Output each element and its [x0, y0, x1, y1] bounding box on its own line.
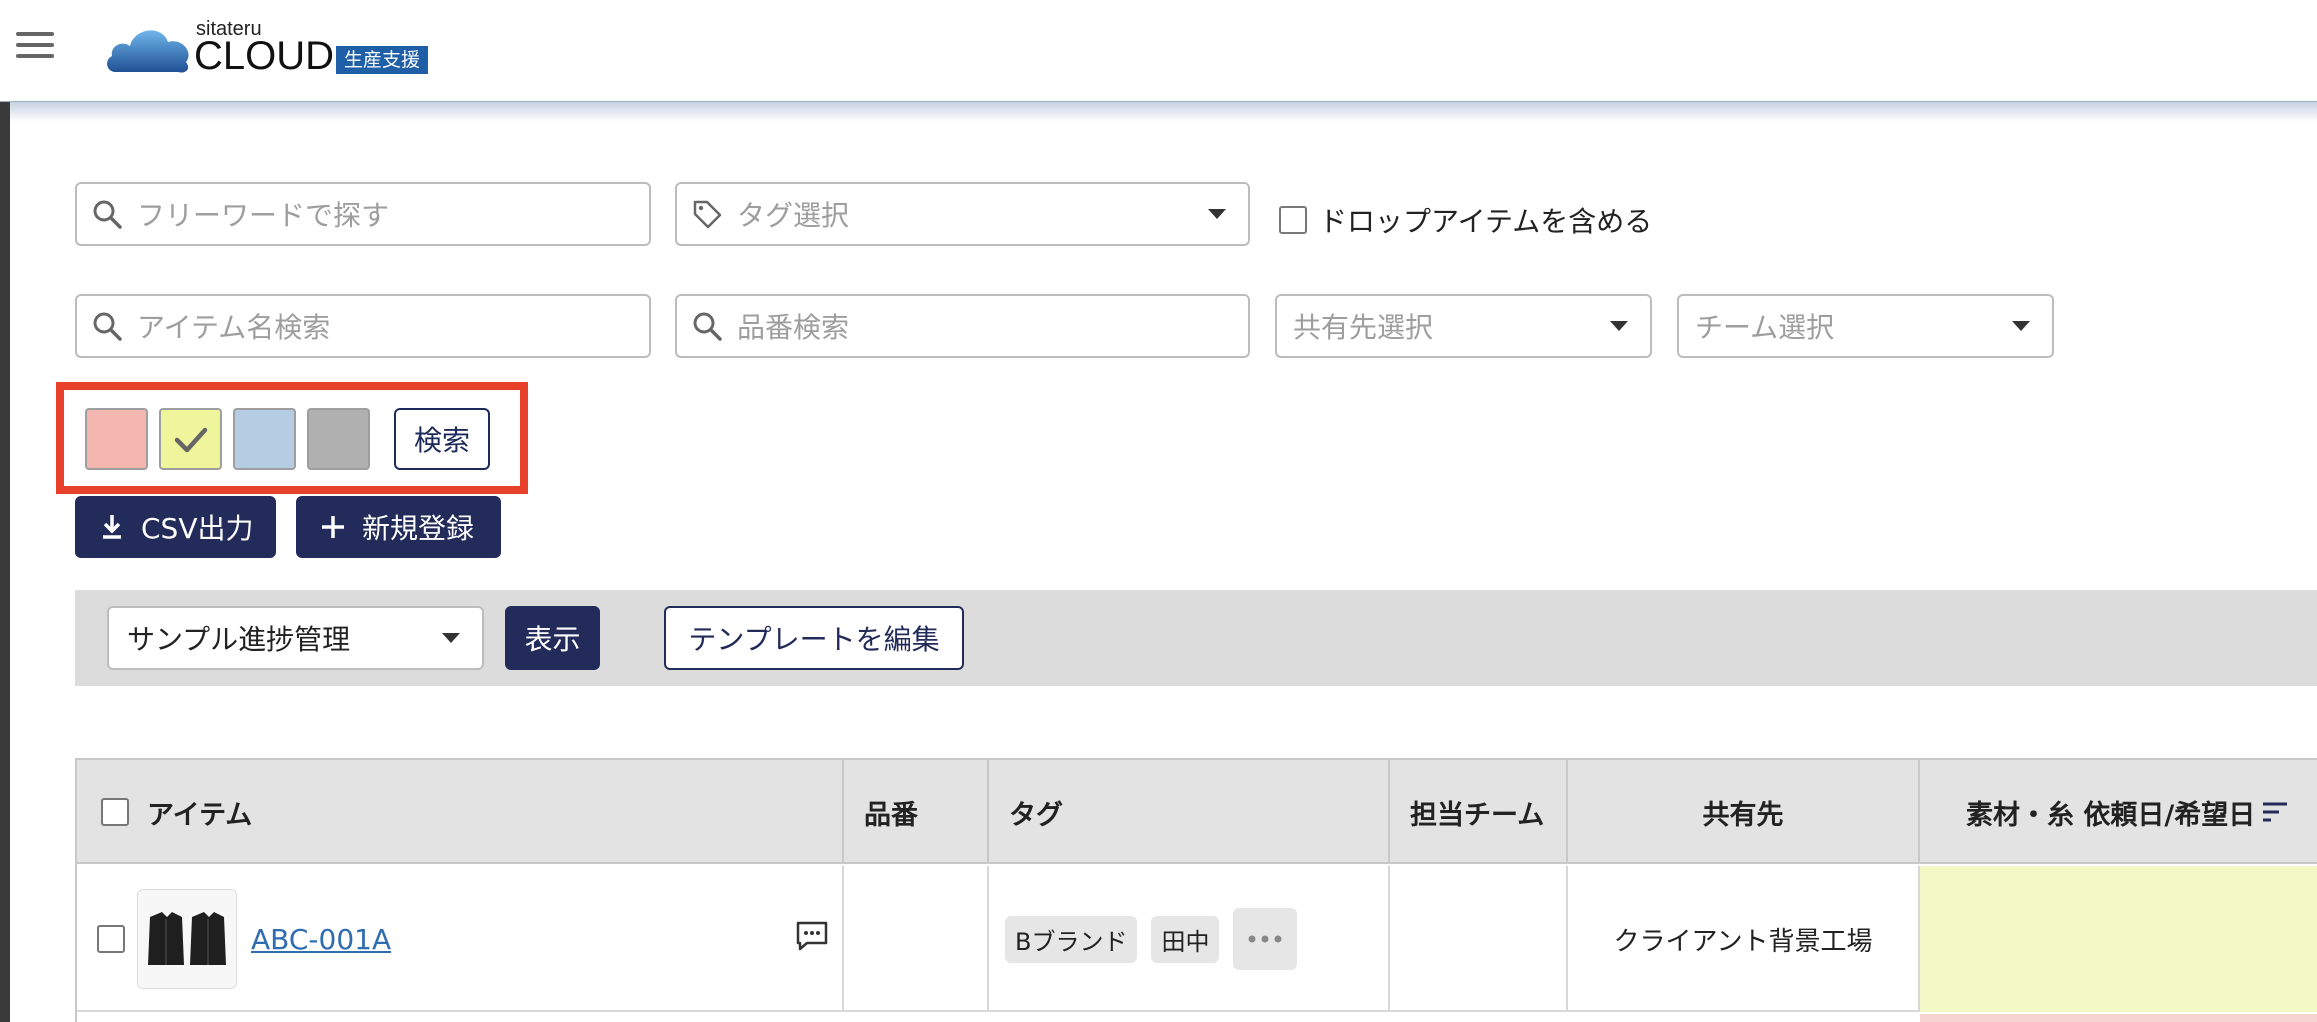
tag-chip[interactable]: 田中: [1151, 915, 1220, 963]
header-tag: タグ: [989, 760, 1390, 864]
template-select-value: サンプル進捗管理: [127, 623, 351, 656]
left-rail: [0, 102, 10, 1022]
cell-part-number: [844, 866, 989, 1012]
cell-item: ABC-001A: [77, 866, 844, 1012]
table-row-partial: [77, 1014, 2317, 1022]
search-icon: [93, 200, 122, 229]
jacket-icon: [148, 912, 226, 965]
team-select-placeholder: チーム選択: [1695, 311, 1835, 344]
table-header: アイテム 品番 タグ 担当チーム 共有先 素材・糸 依頼日/希望日: [77, 760, 2317, 864]
item-thumbnail[interactable]: [137, 889, 237, 989]
freeword-search-field[interactable]: フリーワードで探す: [75, 182, 651, 246]
cell-material-date-partial: [1920, 1014, 2317, 1022]
color-swatch-blue[interactable]: [233, 408, 296, 470]
header-share-label: 共有先: [1702, 799, 1784, 831]
share-select[interactable]: 共有先選択: [1275, 294, 1652, 358]
header-shadow: [0, 102, 2317, 122]
share-select-placeholder: 共有先選択: [1293, 311, 1434, 344]
color-swatch-lime[interactable]: [159, 408, 222, 470]
select-all-checkbox[interactable]: [101, 798, 129, 826]
edit-template-button[interactable]: テンプレートを編集: [664, 606, 964, 670]
chevron-down-icon: [2012, 321, 2030, 331]
cell-material-date[interactable]: [1920, 866, 2317, 1012]
items-table: アイテム 品番 タグ 担当チーム 共有先 素材・糸 依頼日/希望日 ABC-00…: [75, 758, 2317, 1022]
team-select[interactable]: チーム選択: [1677, 294, 2054, 358]
csv-export-label: CSV出力: [141, 512, 254, 545]
chevron-down-icon: [1208, 209, 1226, 219]
cell-share: クライアント背景工場: [1568, 866, 1920, 1012]
header-share: 共有先: [1568, 760, 1920, 864]
menu-icon[interactable]: [16, 30, 54, 60]
include-drop-label: ドロップアイテムを含める: [1319, 205, 1653, 238]
new-register-label: 新規登録: [362, 512, 475, 545]
item-code-link[interactable]: ABC-001A: [251, 923, 391, 956]
comment-icon[interactable]: [795, 920, 829, 952]
top-header: sitateru CLOUD 生産支援: [0, 0, 2317, 102]
app-root: sitateru CLOUD 生産支援 フリーワードで探す タグ選択 ドロップア…: [0, 0, 2317, 1022]
show-button[interactable]: 表示: [505, 606, 600, 670]
tag-select[interactable]: タグ選択: [675, 182, 1250, 246]
sitateru-cloud-logo[interactable]: sitateru CLOUD 生産支援: [104, 18, 444, 78]
more-tags-button[interactable]: [1233, 908, 1298, 970]
plus-icon: [322, 516, 344, 538]
part-number-search-field[interactable]: 品番検索: [675, 294, 1250, 358]
chevron-down-icon: [1610, 321, 1628, 331]
header-part-number-label: 品番: [864, 799, 918, 831]
part-number-placeholder: 品番検索: [737, 311, 850, 344]
header-part-number: 品番: [844, 760, 989, 864]
ellipsis-icon: [1248, 935, 1282, 943]
table-row[interactable]: ABC-001A Bブランド 田中 クライアント背景工場: [77, 866, 2317, 1012]
tag-placeholder: タグ選択: [737, 199, 850, 232]
logo-big-text: CLOUD: [194, 34, 335, 78]
download-icon: [103, 515, 121, 539]
item-name-placeholder: アイテム名検索: [137, 311, 331, 344]
tag-chip[interactable]: Bブランド: [1005, 915, 1138, 963]
cell-team: [1390, 866, 1568, 1012]
share-value: クライアント背景工場: [1613, 926, 1873, 957]
search-icon: [93, 312, 122, 341]
cell-tags: Bブランド 田中: [989, 866, 1390, 1012]
new-register-button[interactable]: 新規登録: [296, 496, 501, 558]
header-team: 担当チーム: [1390, 760, 1568, 864]
chevron-down-icon: [442, 633, 460, 643]
header-item: アイテム: [77, 760, 844, 864]
header-team-label: 担当チーム: [1410, 799, 1545, 831]
csv-export-button[interactable]: CSV出力: [75, 496, 276, 558]
color-swatch-pink[interactable]: [85, 408, 148, 470]
freeword-placeholder: フリーワードで探す: [137, 199, 390, 232]
header-item-label: アイテム: [147, 799, 253, 831]
row-checkbox[interactable]: [97, 925, 125, 953]
cloud-logo-icon: [107, 30, 189, 73]
item-name-search-field[interactable]: アイテム名検索: [75, 294, 651, 358]
include-drop-items-checkbox[interactable]: ドロップアイテムを含める: [1279, 200, 1652, 240]
color-swatch-gray[interactable]: [307, 408, 370, 470]
logo-badge: 生産支援: [336, 46, 429, 74]
check-icon: [174, 427, 208, 453]
sort-icon[interactable]: [2261, 800, 2289, 824]
header-material[interactable]: 素材・糸 依頼日/希望日: [1920, 760, 2317, 864]
template-select[interactable]: サンプル進捗管理: [107, 606, 484, 670]
header-tag-label: タグ: [1009, 799, 1063, 831]
color-search-button[interactable]: 検索: [394, 408, 490, 470]
header-material-label: 素材・糸 依頼日/希望日: [1966, 799, 2256, 831]
checkbox-icon[interactable]: [1279, 206, 1307, 234]
tag-icon: [693, 200, 722, 229]
search-icon: [693, 312, 722, 341]
